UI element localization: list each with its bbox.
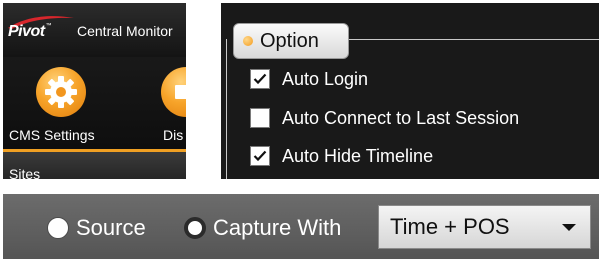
logo-text: Pivot: [8, 23, 45, 40]
option-bullet-icon: [243, 36, 253, 46]
capture-mode-value: Time + POS: [390, 214, 510, 239]
chevron-down-icon: [562, 224, 576, 231]
auto-hide-timeline-option[interactable]: Auto Hide Timeline: [250, 145, 433, 167]
option-frame-top-border: [348, 39, 599, 40]
auto-connect-option[interactable]: Auto Connect to Last Session: [250, 107, 519, 129]
capture-with-radio[interactable]: [184, 217, 206, 239]
capture-bar: Source Capture With Time + POS: [3, 194, 599, 259]
auto-connect-checkbox[interactable]: [250, 108, 270, 128]
gear-icon: [36, 67, 86, 117]
display-label: Dis: [163, 127, 184, 143]
logo-trademark: ™: [45, 23, 52, 29]
auto-login-option[interactable]: Auto Login: [250, 68, 368, 90]
capture-mode-select[interactable]: Time + POS: [378, 205, 591, 249]
display-button[interactable]: Dis: [143, 57, 186, 149]
source-radio-option[interactable]: Source: [47, 215, 146, 241]
display-icon: [161, 67, 186, 117]
cms-settings-label: CMS Settings: [9, 127, 95, 143]
central-monitor-panel: Pivot ™ Central Monitor CMS Settings Dis…: [3, 3, 186, 179]
auto-hide-timeline-checkbox[interactable]: [250, 146, 270, 166]
auto-login-label: Auto Login: [282, 68, 369, 89]
option-tab[interactable]: Option: [233, 23, 349, 59]
checkmark-icon: [253, 73, 267, 85]
sites-bar: Sites: [3, 152, 186, 179]
auto-login-checkbox[interactable]: [250, 69, 270, 89]
option-tab-label: Option: [260, 29, 319, 52]
pivot-logo: Pivot ™: [8, 16, 74, 44]
cms-settings-button[interactable]: CMS Settings: [3, 57, 133, 149]
source-radio[interactable]: [47, 217, 69, 239]
auto-hide-timeline-label: Auto Hide Timeline: [282, 145, 434, 166]
option-frame-left-border: [226, 39, 227, 179]
main-toolbar: CMS Settings Dis: [3, 57, 186, 149]
capture-with-label: Capture With: [213, 215, 342, 240]
page: Pivot ™ Central Monitor CMS Settings Dis…: [0, 0, 602, 262]
auto-connect-label: Auto Connect to Last Session: [282, 107, 520, 128]
source-label: Source: [76, 215, 146, 240]
app-title: Central Monitor: [77, 23, 173, 39]
checkmark-icon: [253, 150, 267, 162]
option-panel: Option Auto Login Auto Connect to Last S…: [221, 3, 599, 179]
app-header: Pivot ™ Central Monitor: [3, 3, 186, 57]
sites-label: Sites: [9, 166, 41, 179]
capture-with-radio-option[interactable]: Capture With: [184, 215, 341, 241]
